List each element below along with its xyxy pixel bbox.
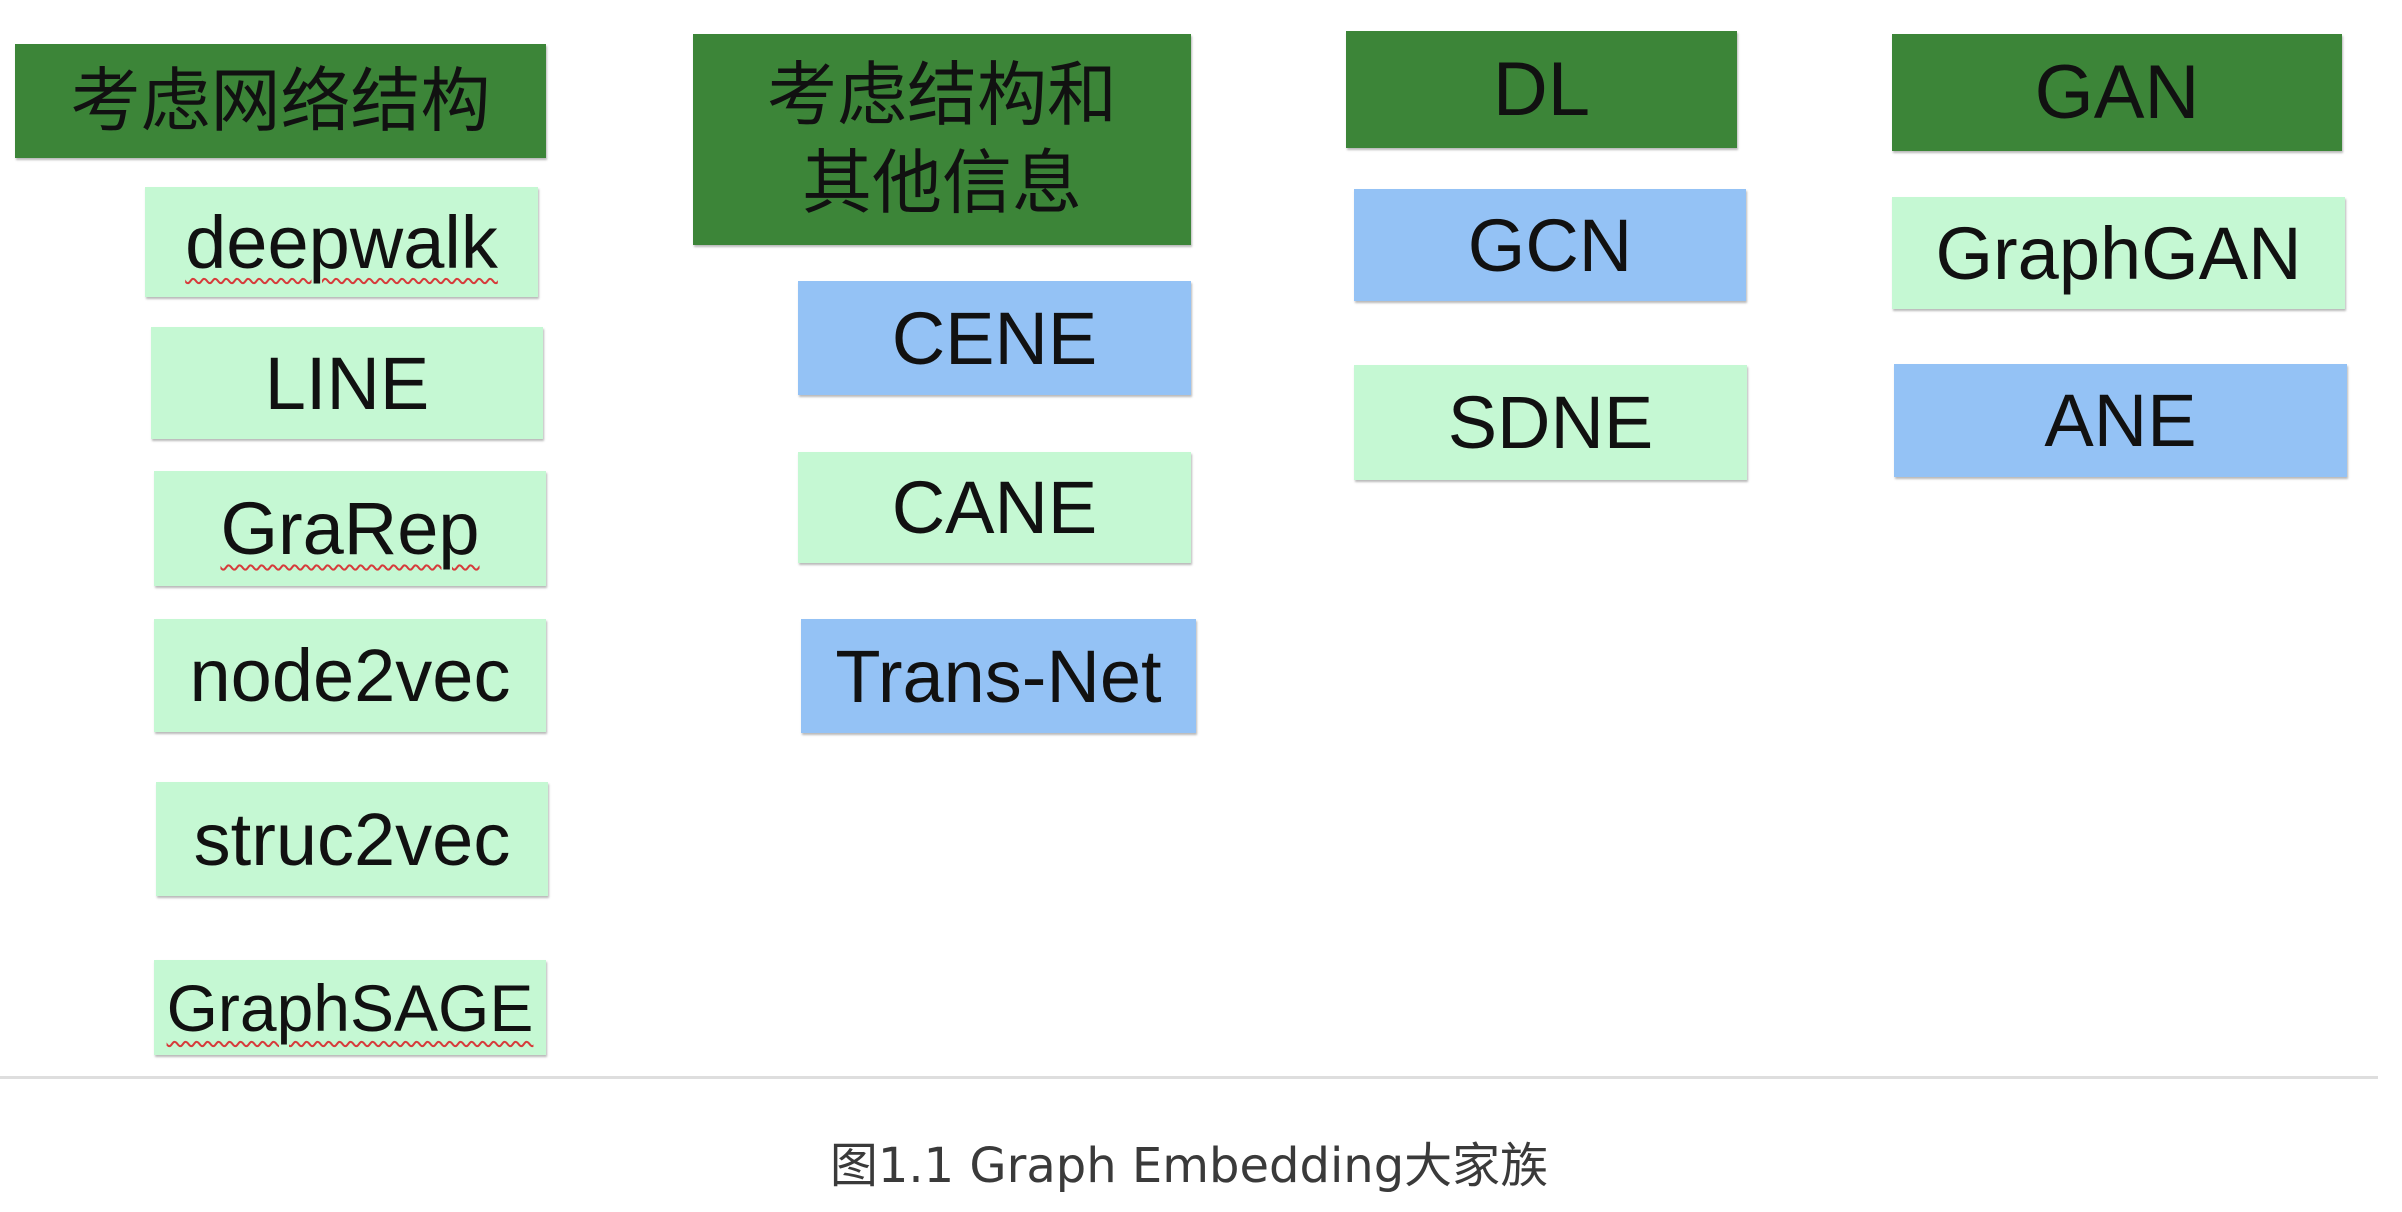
- method-line-label: LINE: [264, 341, 430, 425]
- method-gcn-label: GCN: [1467, 203, 1633, 287]
- method-sdne: SDNE: [1354, 365, 1747, 480]
- caption-divider: [0, 1076, 2378, 1079]
- method-graphgan-label: GraphGAN: [1935, 211, 2302, 295]
- method-node2vec: node2vec: [154, 619, 546, 732]
- method-grarep-label: GraRep: [220, 487, 480, 570]
- header-structure-and-other-info-line1: 考虑结构和: [767, 54, 1117, 136]
- method-line: LINE: [151, 327, 543, 439]
- header-network-structure: 考虑网络结构: [15, 44, 546, 158]
- header-gan-label: GAN: [2034, 49, 2200, 135]
- method-node2vec-label: node2vec: [189, 634, 511, 717]
- header-structure-and-other-info-line2: 其他信息: [802, 141, 1082, 224]
- method-graphsage-label: GraphSAGE: [166, 970, 534, 1045]
- header-dl: DL: [1346, 31, 1737, 148]
- method-grarep: GraRep: [154, 471, 546, 586]
- method-deepwalk-label: deepwalk: [185, 200, 498, 284]
- method-struc2vec: struc2vec: [156, 782, 548, 896]
- header-network-structure-label: 考虑网络结构: [70, 59, 491, 142]
- method-cane-label: CANE: [891, 466, 1098, 549]
- header-structure-and-other-info: 考虑结构和 其他信息: [693, 34, 1191, 245]
- method-cane: CANE: [798, 452, 1191, 563]
- method-trans-net: Trans-Net: [801, 619, 1196, 733]
- method-cene-label: CENE: [891, 296, 1098, 380]
- method-ane: ANE: [1894, 364, 2347, 477]
- method-graphsage: GraphSAGE: [154, 960, 546, 1055]
- figure-caption: 图1.1 Graph Embedding大家族: [829, 1138, 1549, 1194]
- method-ane-label: ANE: [2044, 379, 2197, 462]
- method-struc2vec-label: struc2vec: [193, 797, 511, 881]
- method-trans-net-label: Trans-Net: [835, 634, 1162, 718]
- method-cene: CENE: [798, 281, 1191, 395]
- header-dl-label: DL: [1492, 46, 1591, 132]
- method-graphgan: GraphGAN: [1892, 197, 2345, 309]
- method-sdne-label: SDNE: [1447, 381, 1654, 464]
- method-deepwalk: deepwalk: [145, 187, 538, 297]
- header-gan: GAN: [1892, 34, 2342, 151]
- method-gcn: GCN: [1354, 189, 1746, 301]
